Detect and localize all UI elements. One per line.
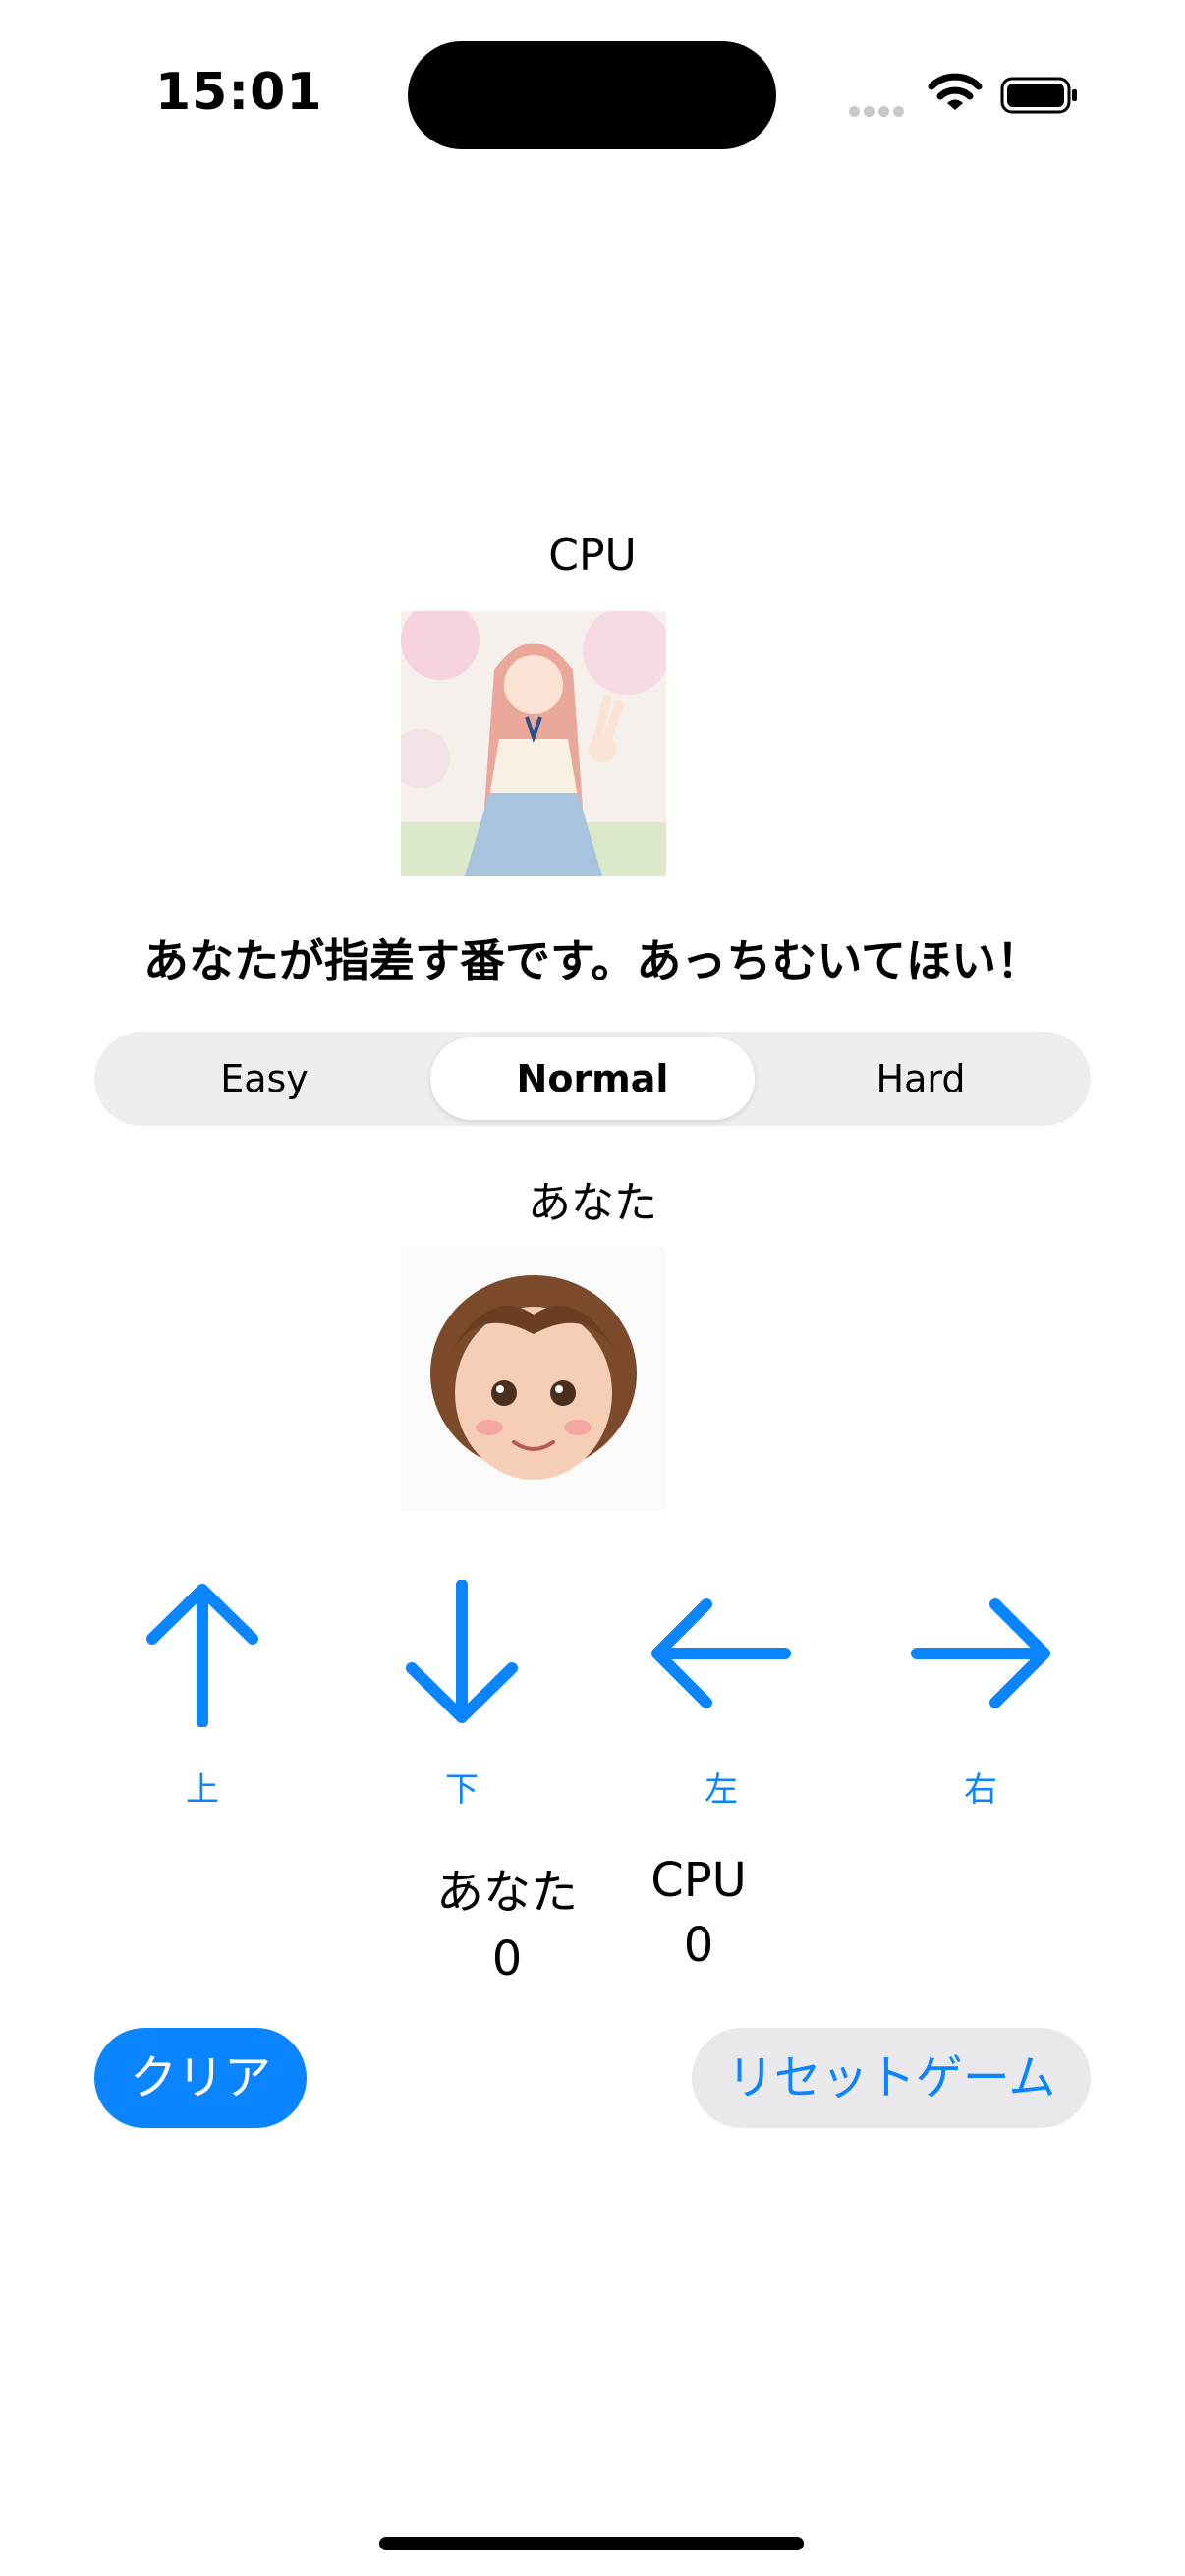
cellular-signal-icon <box>849 102 910 117</box>
battery-icon <box>1000 77 1079 114</box>
difficulty-segmented-control: Easy Normal Hard <box>94 1032 1091 1126</box>
difficulty-hard[interactable]: Hard <box>759 1037 1083 1120</box>
player-score: あなた 0 <box>428 1853 586 1987</box>
point-down-label: 下 <box>445 1770 479 1810</box>
arrow-down-icon <box>406 1580 518 1723</box>
point-up-label: 上 <box>186 1770 219 1810</box>
point-right-button[interactable]: 右 <box>882 1580 1079 1816</box>
point-right-label: 右 <box>964 1770 997 1810</box>
player-label: あなた <box>528 1178 657 1228</box>
point-down-button[interactable]: 下 <box>364 1580 560 1816</box>
cpu-score-value: 0 <box>683 1918 714 1973</box>
clear-button[interactable]: クリア <box>94 2028 307 2128</box>
cpu-score: CPU 0 <box>635 1853 762 1973</box>
player-avatar <box>401 1246 666 1511</box>
arrow-left-icon <box>651 1598 791 1708</box>
point-left-label: 左 <box>705 1770 738 1810</box>
difficulty-easy[interactable]: Easy <box>102 1037 426 1120</box>
player-score-label: あなた <box>435 1865 578 1920</box>
arrow-up-icon <box>146 1584 258 1727</box>
cpu-label: CPU <box>548 531 637 581</box>
status-time: 15:01 <box>155 63 323 122</box>
turn-message: あなたが指差す番です。あっちむいてほい！ <box>142 934 1043 987</box>
arrow-right-icon <box>911 1598 1050 1708</box>
cpu-score-label: CPU <box>650 1853 747 1908</box>
difficulty-normal[interactable]: Normal <box>430 1037 755 1120</box>
cpu-avatar <box>391 601 671 876</box>
reset-game-button[interactable]: リセットゲーム <box>692 2028 1091 2128</box>
dynamic-island <box>408 41 776 149</box>
home-indicator <box>379 2537 804 2550</box>
point-up-button[interactable]: 上 <box>104 1580 301 1816</box>
player-score-value: 0 <box>491 1932 523 1987</box>
wifi-icon <box>928 71 983 114</box>
point-left-button[interactable]: 左 <box>623 1580 819 1816</box>
